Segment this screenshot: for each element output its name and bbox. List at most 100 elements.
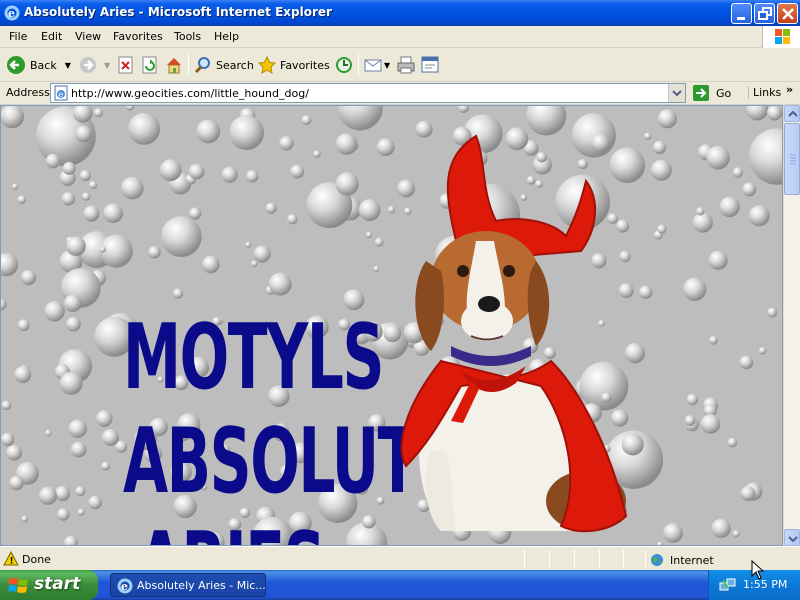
address-bar: Address e http://www.geocities.com/littl…	[0, 82, 800, 105]
toolbar-separator	[358, 54, 359, 76]
bubble	[188, 163, 205, 180]
bubble	[748, 205, 770, 227]
bubble	[44, 301, 65, 322]
back-arrow-icon	[7, 56, 25, 74]
home-button[interactable]	[164, 53, 184, 77]
bubble	[358, 199, 381, 222]
warning-page-icon: !	[3, 551, 19, 567]
home-icon	[167, 58, 181, 74]
bubble	[1, 106, 25, 129]
minimize-button[interactable]	[731, 3, 752, 24]
bubble	[727, 437, 738, 448]
bubble	[61, 192, 76, 206]
chevron-right-icon[interactable]: »	[786, 83, 793, 96]
svg-text:!: !	[10, 557, 14, 567]
svg-text:e: e	[59, 90, 64, 99]
menu-tools[interactable]: Tools	[174, 30, 201, 43]
close-button[interactable]	[777, 3, 798, 24]
taskbar: start e Absolutely Aries - Mic... 1:55 P…	[0, 570, 800, 600]
vertical-scrollbar[interactable]	[783, 105, 800, 546]
bubble	[335, 172, 359, 196]
security-zone[interactable]: Internet	[650, 553, 714, 567]
mail-dropdown-icon[interactable]: ▼	[384, 61, 390, 70]
scroll-thumb[interactable]	[784, 123, 800, 195]
go-label: Go	[716, 86, 732, 100]
clock[interactable]: 1:55 PM	[743, 578, 787, 591]
refresh-button[interactable]	[141, 53, 159, 77]
forward-arrow-icon	[80, 57, 96, 73]
page-icon: e	[54, 85, 68, 101]
favorites-star-icon	[258, 56, 276, 74]
window-title: Absolutely Aries - Microsoft Internet Ex…	[24, 5, 332, 19]
bubble	[700, 414, 721, 434]
toolbar-separator	[188, 54, 189, 76]
links-button[interactable]: Links	[748, 86, 781, 99]
menu-edit[interactable]: Edit	[41, 30, 62, 43]
mouse-pointer-icon	[751, 560, 765, 580]
network-icon[interactable]	[719, 577, 737, 593]
zone-label: Internet	[670, 553, 714, 567]
back-dropdown-icon[interactable]: ▼	[65, 61, 71, 70]
bubble	[172, 288, 184, 299]
favorites-button[interactable]: Favorites	[258, 53, 330, 77]
bubble	[245, 241, 252, 248]
address-dropdown-button[interactable]	[668, 84, 685, 102]
go-button[interactable]: Go	[692, 83, 731, 103]
menu-view[interactable]: View	[75, 30, 101, 43]
bubble	[253, 245, 271, 263]
bubble	[54, 486, 71, 502]
scroll-down-button[interactable]	[784, 529, 800, 546]
edit-button[interactable]	[420, 53, 440, 77]
svg-text:e: e	[8, 7, 15, 20]
bubble	[221, 166, 238, 183]
status-bar: ! Done Internet	[0, 546, 800, 570]
print-button[interactable]	[396, 53, 416, 77]
menu-file[interactable]: File	[9, 30, 27, 43]
bubble	[64, 535, 78, 545]
bubble	[663, 523, 683, 543]
refresh-icon	[142, 56, 157, 74]
bubble	[749, 128, 782, 185]
bubble	[82, 192, 91, 201]
bubble	[89, 180, 98, 190]
scroll-up-button[interactable]	[784, 105, 800, 122]
bubble	[17, 195, 27, 204]
taskbar-window-button[interactable]: e Absolutely Aries - Mic...	[110, 573, 266, 597]
bubble	[189, 207, 202, 220]
globe-icon	[651, 554, 663, 566]
status-divider	[524, 550, 525, 568]
address-input[interactable]: e http://www.geocities.com/little_hound_…	[50, 83, 686, 103]
bubble	[711, 518, 731, 538]
history-button[interactable]	[334, 53, 354, 77]
restore-button[interactable]	[754, 3, 775, 24]
title-bar[interactable]: e Absolutely Aries - Microsoft Internet …	[0, 0, 800, 26]
bubble	[128, 112, 161, 145]
bubble	[121, 176, 144, 200]
menu-favorites[interactable]: Favorites	[113, 30, 163, 43]
bubble	[79, 170, 91, 182]
edit-page-icon	[421, 56, 439, 73]
bubble	[62, 161, 76, 175]
svg-text:e: e	[121, 580, 128, 593]
chevron-down-icon	[672, 90, 682, 97]
forward-button[interactable]: ▼	[78, 53, 110, 77]
bubble	[160, 216, 202, 257]
back-button[interactable]: Back ▼	[6, 53, 71, 77]
bubble	[20, 269, 37, 286]
bubble	[732, 167, 744, 178]
bubble	[66, 236, 86, 256]
bubble	[1, 299, 7, 311]
menu-bar: File Edit View Favorites Tools Help	[0, 26, 800, 48]
mail-button[interactable]: ▼	[364, 53, 390, 77]
bubble	[1, 432, 15, 447]
bubble	[246, 170, 259, 183]
page-heading: MOTYLS ABSOLUT ARIES	[81, 306, 417, 546]
stop-icon	[118, 56, 133, 74]
stop-button[interactable]	[117, 53, 135, 77]
start-label: start	[34, 574, 81, 594]
menu-help[interactable]: Help	[214, 30, 239, 43]
search-button[interactable]: Search	[194, 53, 254, 77]
start-button[interactable]: start	[0, 570, 98, 600]
bubble	[99, 246, 106, 253]
forward-dropdown-icon[interactable]: ▼	[104, 61, 110, 70]
